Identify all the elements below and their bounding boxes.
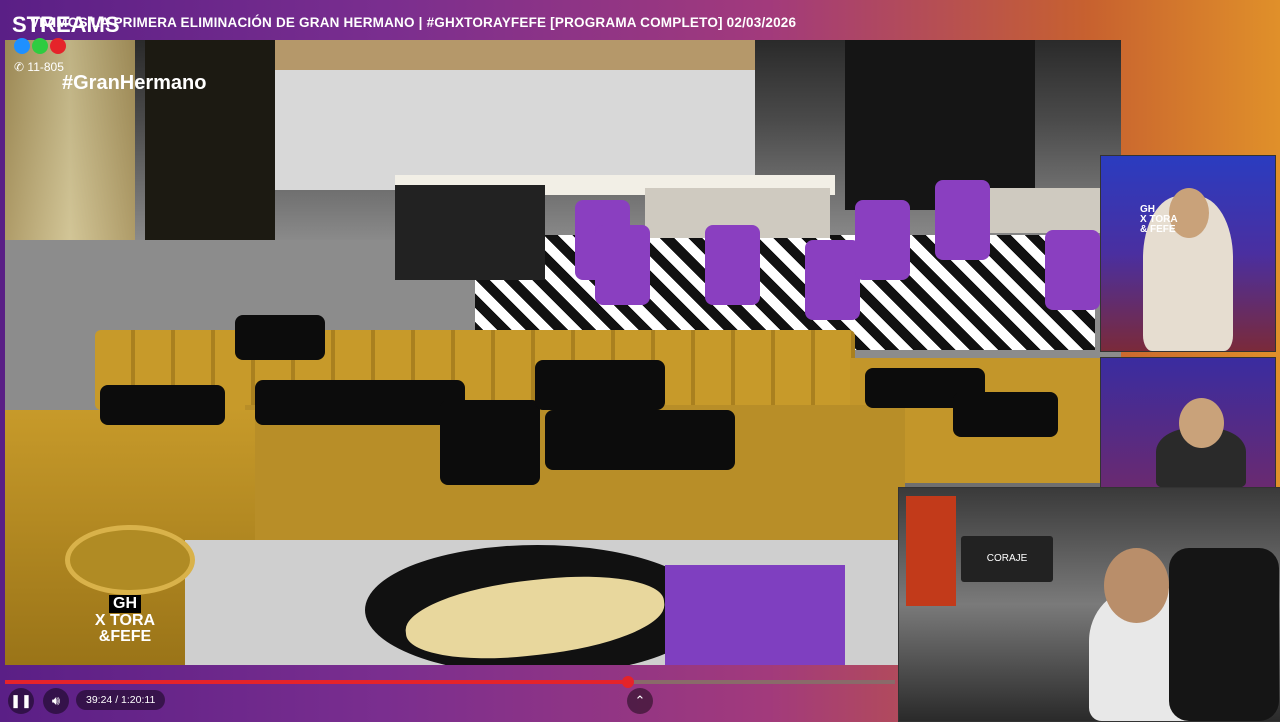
scene-chair	[855, 200, 910, 280]
show-logo-gh: GH	[109, 595, 141, 613]
scene-chair	[1045, 230, 1100, 310]
channel-dots	[14, 38, 68, 59]
scene-island	[395, 185, 545, 280]
video-title: VIVIMOS LA PRIMERA ELIMINACIÓN DE GRAN H…	[30, 15, 797, 30]
title-bar: VIVIMOS LA PRIMERA ELIMINACIÓN DE GRAN H…	[0, 0, 1280, 40]
dot-blue	[14, 38, 30, 54]
volume-button[interactable]: 🔊︎	[43, 688, 69, 714]
scene-cushion	[545, 410, 735, 470]
dot-green	[32, 38, 48, 54]
player-controls: ❚❚ 🔊︎ 39:24 / 1:20:11 ⌃	[0, 668, 900, 720]
cam-show-logo: GH X TORA & FEFE	[1140, 205, 1178, 235]
time-display: 39:24 / 1:20:11	[76, 690, 166, 710]
scene-kitchen-cabinets	[275, 40, 755, 70]
host-camera-2	[1100, 357, 1276, 489]
wall-banner: CORAJE	[961, 536, 1053, 582]
show-logo-line2: X TORA	[94, 612, 156, 629]
host-camera-1	[1100, 155, 1276, 352]
show-logo: GH X TORA &FEFE	[80, 595, 170, 655]
scene-chair	[595, 225, 650, 305]
scene-cushion	[440, 400, 540, 485]
scene-cushion	[255, 380, 465, 425]
scene-cushion	[953, 392, 1058, 437]
whatsapp-icon: ✆	[14, 60, 25, 74]
scene-chair	[805, 240, 860, 320]
scene-cushion	[100, 385, 225, 425]
pause-button[interactable]: ❚❚	[8, 688, 34, 714]
time-separator: /	[112, 694, 122, 706]
streamer-camera: CORAJE	[898, 487, 1280, 722]
chevron-up-icon: ⌃	[634, 693, 646, 708]
scene-chair	[705, 225, 760, 305]
duration: 1:20:11	[121, 694, 156, 706]
whatsapp-contact: ✆ 11-805	[14, 60, 64, 74]
scene-cushion	[535, 360, 665, 410]
scene-kitchen-wall	[275, 70, 755, 190]
pause-icon: ❚❚	[10, 693, 32, 708]
hashtag-label: #GranHermano	[62, 72, 207, 94]
progress-fill	[5, 680, 628, 684]
expand-button[interactable]: ⌃	[627, 688, 653, 714]
scene-chair	[935, 180, 990, 260]
volume-icon: 🔊︎	[51, 693, 61, 708]
host-head	[1179, 398, 1224, 448]
streamer-head	[1104, 548, 1169, 623]
gh-eye-logo	[65, 525, 195, 595]
progress-knob[interactable]	[622, 676, 634, 688]
scene-side-table	[665, 565, 845, 665]
whatsapp-number: 11-805	[27, 60, 64, 74]
wall-poster	[906, 496, 956, 606]
dot-red	[50, 38, 66, 54]
streams-logo: STREAMS	[12, 12, 120, 37]
scene-cushion	[235, 315, 325, 360]
cam-logo-line3: & FEFE	[1140, 224, 1176, 235]
current-time: 39:24	[86, 694, 113, 706]
gaming-chair	[1169, 548, 1279, 721]
progress-bar[interactable]	[5, 676, 895, 688]
show-logo-line3: &FEFE	[98, 628, 152, 645]
